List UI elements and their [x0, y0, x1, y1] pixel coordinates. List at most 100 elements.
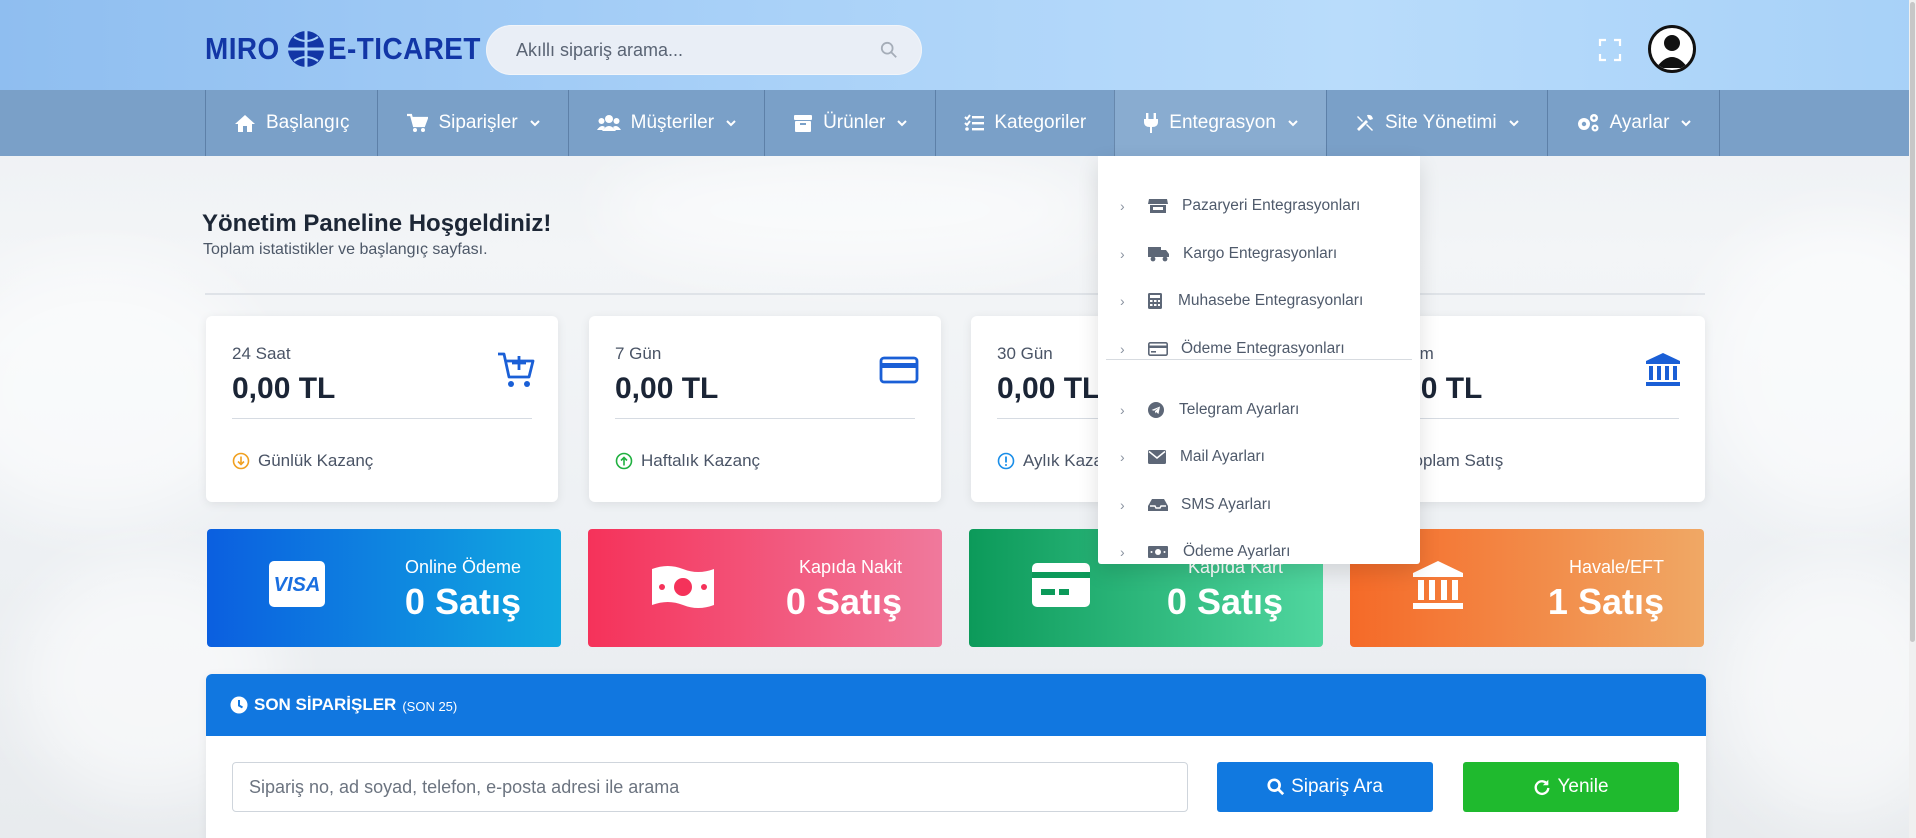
telegram-icon — [1148, 402, 1164, 418]
payment-card-title: Online Ödeme — [404, 557, 521, 577]
background-cloud — [1700, 220, 1916, 520]
order-search-input[interactable] — [249, 776, 1187, 798]
arrow-up-circle-icon — [615, 452, 633, 470]
smart-search[interactable] — [486, 25, 922, 75]
chevron-right-icon: › — [1120, 198, 1125, 214]
user-avatar[interactable] — [1648, 25, 1696, 73]
divider — [205, 293, 1705, 295]
nav-item-label: Kategoriler — [994, 112, 1087, 133]
stat-footer: Haftalık Kazanç — [615, 451, 760, 471]
nav-item-label: Entegrasyon — [1169, 112, 1276, 133]
nav-item-label: Müşteriler — [630, 112, 715, 133]
stat-label: 24 Saat — [232, 344, 291, 363]
chevron-down-icon — [897, 120, 908, 127]
stat-value: 0,00 TL — [997, 372, 1101, 405]
money-icon — [1148, 546, 1168, 558]
dropdown-divider — [1106, 359, 1412, 360]
chevron-right-icon: › — [1120, 246, 1125, 262]
payment-card-online[interactable]: VISA Online Ödeme 0 Satış — [207, 529, 561, 647]
stat-card-24h: 24 Saat 0,00 TL Günlük Kazanç — [206, 316, 558, 502]
dropdown-item-marketplace-integrations[interactable]: › Pazaryeri Entegrasyonları — [1098, 186, 1420, 226]
order-search-button-label: Sipariş Ara — [1291, 776, 1383, 797]
nav-item-label: Site Yönetimi — [1384, 112, 1497, 133]
plug-icon — [1144, 113, 1159, 133]
chevron-right-icon: › — [1120, 341, 1125, 357]
nav-item-ayarlar[interactable]: Ayarlar — [1546, 90, 1721, 156]
logo-text-left: MIRO — [205, 31, 280, 66]
search-icon[interactable] — [880, 41, 898, 59]
nav-item-entegrasyon[interactable]: Entegrasyon — [1114, 90, 1326, 156]
stat-label: 7 Gün — [615, 344, 662, 363]
background-cloud — [600, 150, 1100, 270]
dropdown-item-label: Telegram Ayarları — [1179, 401, 1300, 418]
order-search-field[interactable] — [232, 762, 1188, 812]
chevron-down-icon — [1681, 120, 1692, 127]
nav-item-label: Başlangıç — [266, 112, 350, 133]
dropdown-item-label: SMS Ayarları — [1181, 496, 1272, 513]
money-bill-icon — [652, 566, 714, 608]
payment-card-cash[interactable]: Kapıda Nakit 0 Satış — [588, 529, 942, 647]
recent-orders-subtitle: (SON 25) — [402, 698, 458, 714]
box-icon — [794, 115, 813, 132]
stat-footer-label: Günlük Kazanç — [258, 451, 374, 470]
dropdown-item-label: Muhasebe Entegrasyonları — [1178, 292, 1364, 309]
nav-item-musteriler[interactable]: Müşteriler — [567, 90, 764, 156]
dropdown-item-label: Pazaryeri Entegrasyonları — [1182, 197, 1361, 214]
stat-footer-label: Haftalık Kazanç — [641, 451, 761, 470]
dropdown-item-cargo-integrations[interactable]: › Kargo Entegrasyonları — [1098, 234, 1420, 274]
info-circle-icon — [997, 452, 1015, 470]
nav-item-urunler[interactable]: Ürünler — [764, 90, 935, 156]
background-cloud — [1720, 560, 1916, 820]
gears-icon — [1577, 114, 1599, 132]
svg-text:VISA: VISA — [274, 574, 321, 596]
nav-item-kategoriler[interactable]: Kategoriler — [935, 90, 1114, 156]
dropdown-item-label: Kargo Entegrasyonları — [1183, 245, 1338, 262]
chevron-right-icon: › — [1120, 402, 1125, 418]
dropdown-item-payment-settings[interactable]: › Ödeme Ayarları — [1098, 532, 1420, 572]
page-scrollbar-thumb[interactable] — [1910, 2, 1915, 642]
arrow-down-circle-icon — [232, 452, 250, 470]
stat-value: 0,00 TL — [232, 372, 336, 405]
list-icon — [964, 114, 985, 131]
dropdown-item-telegram-settings[interactable]: › Telegram Ayarları — [1098, 390, 1420, 430]
truck-icon — [1148, 247, 1169, 262]
dropdown-item-label: Ödeme Entegrasyonları — [1181, 340, 1345, 357]
recent-orders-panel: SON SİPARİŞLER (SON 25) Sipariş Ara Yeni… — [206, 674, 1706, 838]
store-icon — [1148, 199, 1168, 213]
stat-footer: Günlük Kazanç — [232, 451, 373, 471]
clock-icon — [230, 696, 248, 714]
payment-card-value: 0 Satış — [785, 581, 902, 622]
chevron-down-icon — [529, 120, 540, 127]
chevron-right-icon: › — [1120, 497, 1125, 513]
chevron-down-icon — [1508, 120, 1519, 127]
integration-dropdown-menu: › Pazaryeri Entegrasyonları › Kargo Ente… — [1098, 156, 1420, 564]
smart-search-input[interactable] — [516, 39, 880, 61]
search-icon — [1267, 778, 1285, 796]
nav-item-site-yonetimi[interactable]: Site Yönetimi — [1325, 90, 1547, 156]
order-search-button[interactable]: Sipariş Ara — [1217, 762, 1433, 812]
nav-item-siparisler[interactable]: Siparişler — [377, 90, 567, 156]
logo[interactable]: MIRO E-TICARET — [205, 27, 498, 71]
payment-card-title: Havale/EFT — [1568, 557, 1664, 577]
credit-card-icon — [1148, 342, 1168, 356]
dropdown-item-payment-integrations[interactable]: › Ödeme Entegrasyonları — [1098, 329, 1420, 369]
refresh-button-label: Yenile — [1557, 776, 1609, 797]
logo-text-right: E-TICARET — [327, 31, 481, 66]
page-title: Yönetim Paneline Hoşgeldiniz! — [202, 210, 552, 237]
nav-item-baslangic[interactable]: Başlangıç — [205, 90, 377, 156]
cart-icon — [407, 113, 429, 132]
chevron-down-icon — [1288, 120, 1298, 127]
chevron-right-icon: › — [1120, 544, 1125, 560]
dropdown-item-label: Ödeme Ayarları — [1183, 543, 1291, 560]
stat-card-7d: 7 Gün 0,00 TL Haftalık Kazanç — [589, 316, 941, 502]
stat-separator — [615, 418, 915, 419]
main-nav: Başlangıç Siparişler Müşteriler Ürünler … — [0, 90, 1916, 156]
dropdown-item-accounting-integrations[interactable]: › Muhasebe Entegrasyonları — [1098, 281, 1420, 321]
dropdown-item-sms-settings[interactable]: › SMS Ayarları — [1098, 485, 1420, 525]
user-icon — [1656, 35, 1688, 68]
stat-separator — [1379, 418, 1679, 419]
fullscreen-icon[interactable] — [1597, 37, 1623, 63]
dropdown-item-mail-settings[interactable]: › Mail Ayarları — [1098, 437, 1420, 477]
refresh-button[interactable]: Yenile — [1463, 762, 1679, 812]
refresh-icon — [1535, 779, 1550, 796]
